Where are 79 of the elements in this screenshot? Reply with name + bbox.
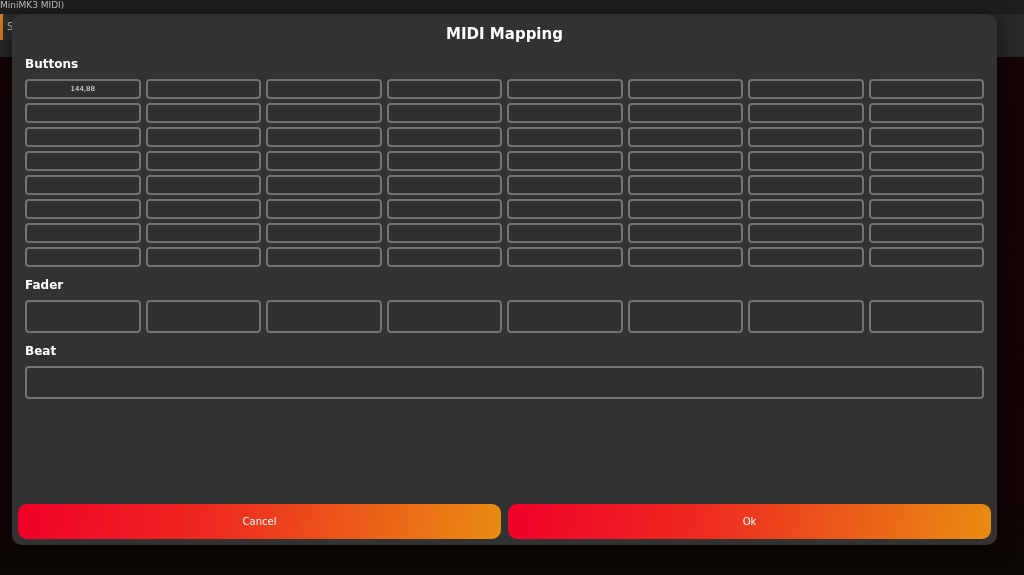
- input-field[interactable]: [627, 175, 743, 195]
- input-field[interactable]: [507, 127, 623, 147]
- input-field[interactable]: [868, 151, 984, 171]
- input-field[interactable]: [627, 79, 743, 99]
- input-field[interactable]: [145, 199, 261, 219]
- input-field[interactable]: [266, 247, 382, 267]
- input-field[interactable]: [748, 79, 864, 99]
- input-field[interactable]: [748, 300, 864, 333]
- input-field[interactable]: [145, 223, 261, 243]
- input-field[interactable]: [868, 103, 984, 123]
- input-field[interactable]: [627, 223, 743, 243]
- input-field[interactable]: [25, 199, 141, 219]
- input-field[interactable]: [507, 103, 623, 123]
- input-field[interactable]: [748, 175, 864, 195]
- input-field[interactable]: [266, 79, 382, 99]
- input-field[interactable]: [748, 247, 864, 267]
- input-field[interactable]: [386, 127, 502, 147]
- input-field[interactable]: [25, 127, 141, 147]
- input-field[interactable]: [507, 199, 623, 219]
- section-label: Beat: [25, 343, 58, 360]
- cancel-button[interactable]: Cancel: [18, 504, 501, 539]
- input-field[interactable]: [507, 223, 623, 243]
- input-field[interactable]: [266, 223, 382, 243]
- input-field[interactable]: [627, 103, 743, 123]
- input-field[interactable]: [507, 300, 623, 333]
- input-field[interactable]: [25, 223, 141, 243]
- input-field[interactable]: [627, 247, 743, 267]
- input-field[interactable]: [868, 247, 984, 267]
- input-field[interactable]: [507, 151, 623, 171]
- input-field[interactable]: [25, 366, 984, 399]
- input-field[interactable]: [748, 103, 864, 123]
- input-field[interactable]: [145, 103, 261, 123]
- input-field[interactable]: [145, 151, 261, 171]
- input-field[interactable]: [25, 247, 141, 267]
- input-field[interactable]: [868, 223, 984, 243]
- input-field[interactable]: [266, 300, 382, 333]
- input-field[interactable]: [25, 151, 141, 171]
- section-label: Buttons: [25, 56, 80, 73]
- input-field[interactable]: [386, 103, 502, 123]
- input-field[interactable]: [266, 127, 382, 147]
- input-field[interactable]: [145, 300, 261, 333]
- input-field[interactable]: [25, 103, 141, 123]
- input-field[interactable]: [748, 127, 864, 147]
- input-field[interactable]: [386, 223, 502, 243]
- input-field[interactable]: [386, 300, 502, 333]
- section-label: Fader: [25, 277, 65, 294]
- input-field[interactable]: [627, 127, 743, 147]
- input-field[interactable]: [145, 175, 261, 195]
- input-field[interactable]: [145, 79, 261, 99]
- ok-button[interactable]: Ok: [508, 504, 991, 539]
- input-field[interactable]: [266, 103, 382, 123]
- input-field[interactable]: [868, 175, 984, 195]
- input-field[interactable]: [627, 300, 743, 333]
- input-field[interactable]: [868, 79, 984, 99]
- dialog-title: MIDI Mapping: [445, 24, 564, 45]
- input-field[interactable]: [266, 175, 382, 195]
- input-field[interactable]: [266, 199, 382, 219]
- input-field[interactable]: [507, 175, 623, 195]
- input-field[interactable]: [266, 151, 382, 171]
- input-field[interactable]: [386, 247, 502, 267]
- input-field[interactable]: [386, 175, 502, 195]
- input-field[interactable]: [627, 199, 743, 219]
- input-field[interactable]: [25, 175, 141, 195]
- input-field[interactable]: [748, 223, 864, 243]
- input-field[interactable]: [25, 300, 141, 333]
- input-field[interactable]: [748, 199, 864, 219]
- app-title: MiniMK3 MIDI): [0, 0, 65, 11]
- input-field[interactable]: [748, 151, 864, 171]
- input-field[interactable]: [145, 127, 261, 147]
- input-field[interactable]: [507, 247, 623, 267]
- input-field[interactable]: [868, 127, 984, 147]
- input-field[interactable]: [507, 79, 623, 99]
- input-field[interactable]: [145, 247, 261, 267]
- input-field[interactable]: [386, 79, 502, 99]
- input-field[interactable]: [386, 199, 502, 219]
- input-field[interactable]: [868, 300, 984, 333]
- input-field[interactable]: [627, 151, 743, 171]
- input-field[interactable]: [868, 199, 984, 219]
- input-field[interactable]: [386, 151, 502, 171]
